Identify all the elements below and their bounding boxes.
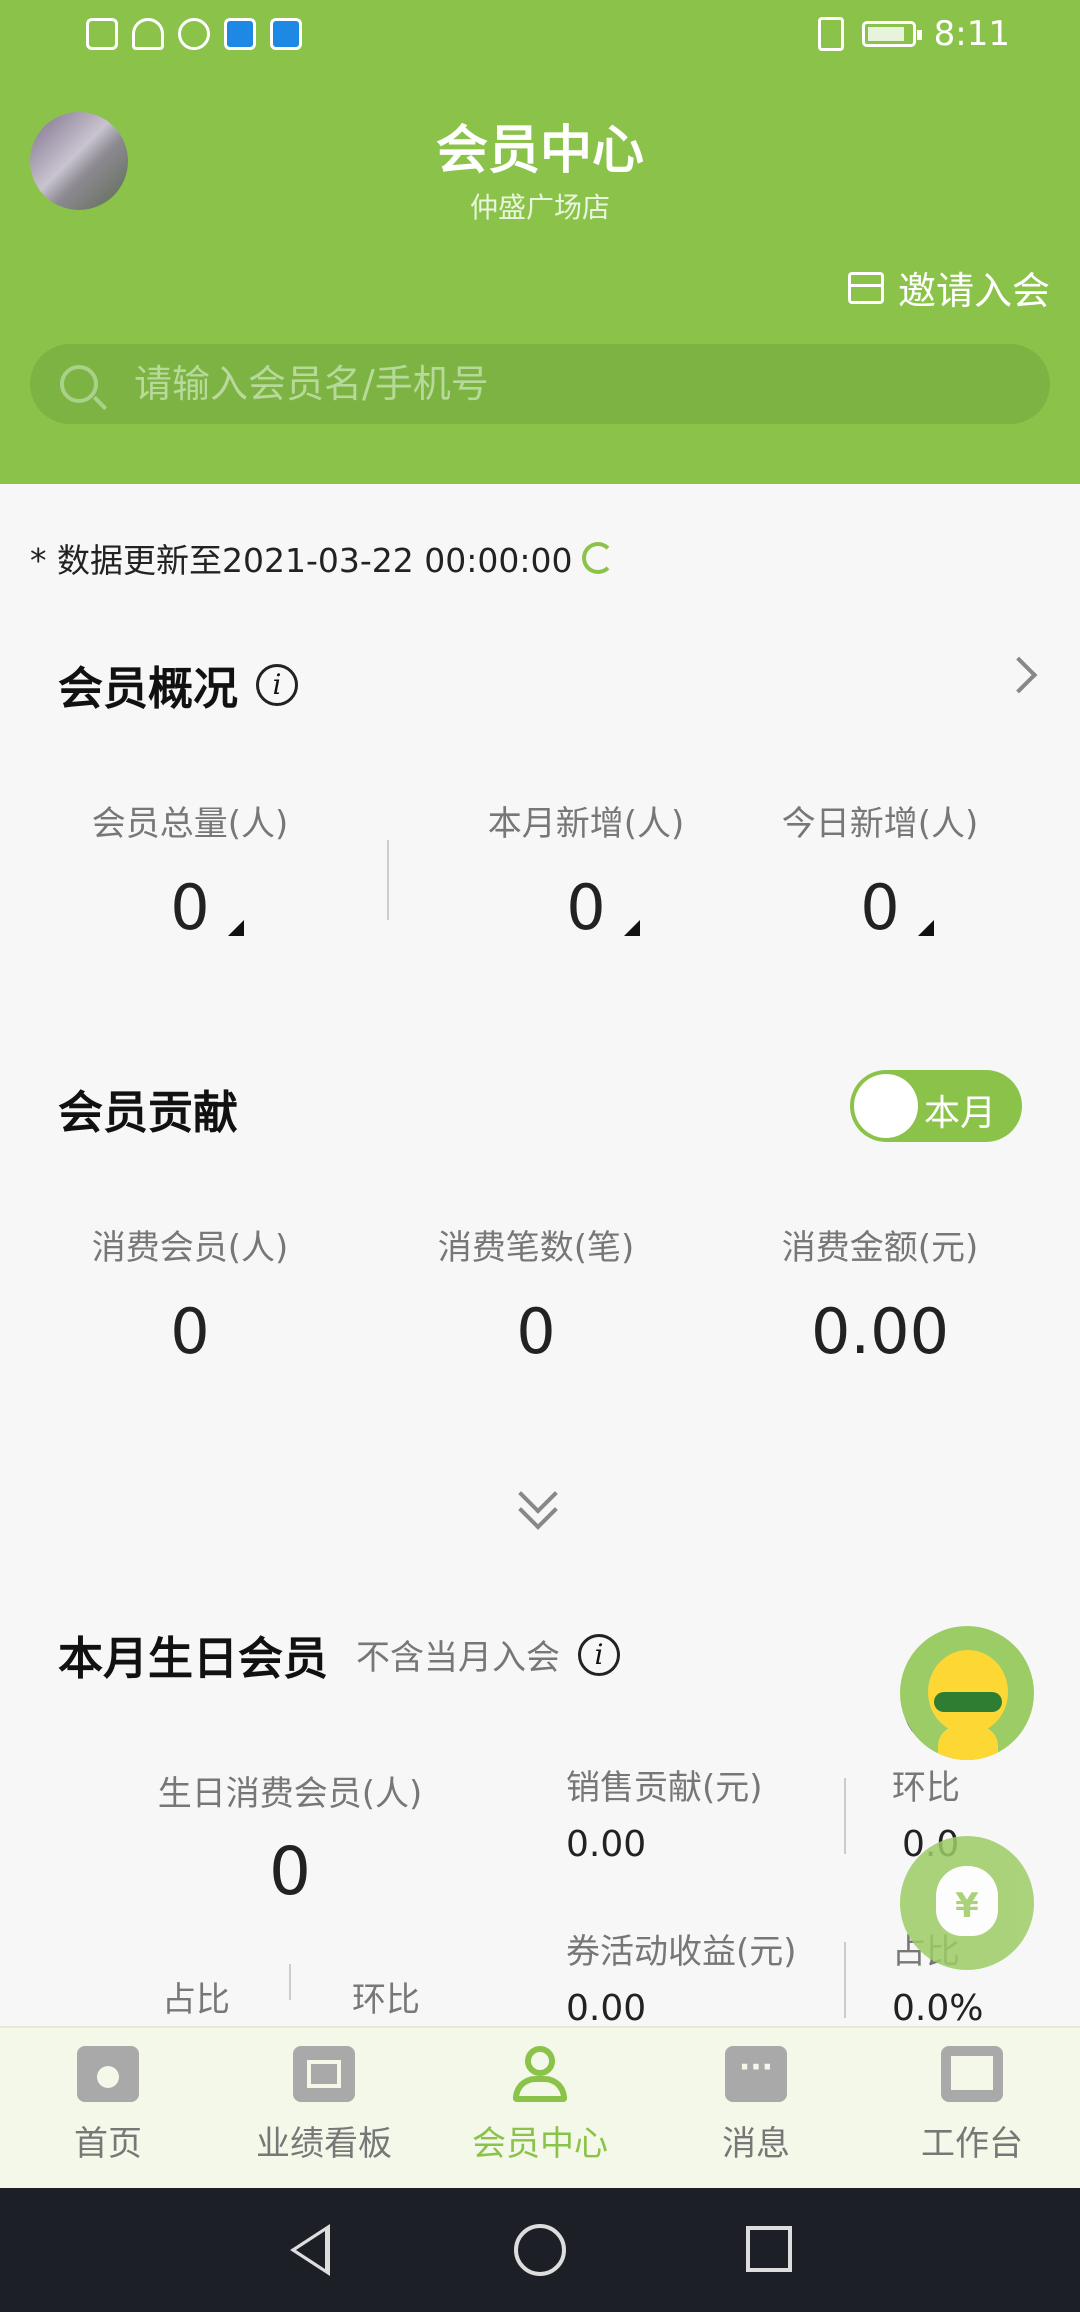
chevron-right-icon[interactable] xyxy=(1000,656,1038,694)
tab-messages[interactable]: 消息 xyxy=(648,2028,864,2190)
notification-icon xyxy=(86,18,118,50)
period-toggle[interactable]: 本月 xyxy=(850,1070,1022,1142)
divider xyxy=(289,1964,291,2000)
tab-label: 工作台 xyxy=(921,2124,1023,2164)
invite-label: 邀请入会 xyxy=(897,269,1050,313)
tab-label: 首页 xyxy=(74,2124,142,2164)
search-input[interactable] xyxy=(132,361,996,407)
cloud-icon xyxy=(178,18,210,50)
wifi-icon xyxy=(132,18,164,50)
update-text: * 数据更新至2021-03-22 00:00:00 xyxy=(30,541,573,580)
status-time: 8:11 xyxy=(933,14,1010,54)
stat-label: 消费笔数(笔) xyxy=(437,1228,635,1268)
sales-mom-label: 环比 xyxy=(892,1768,960,1808)
system-nav-bar xyxy=(0,2188,1080,2312)
stat-label: 生日消费会员(人) xyxy=(157,1774,423,1814)
toggle-label: 本月 xyxy=(923,1093,996,1134)
stat-value: 0 xyxy=(170,871,210,944)
contribution-title: 会员贡献 xyxy=(58,1076,238,1141)
yuan-icon: ¥ xyxy=(936,1866,998,1936)
contribution-title-text: 会员贡献 xyxy=(58,1086,239,1139)
store-name: 仲盛广场店 xyxy=(469,191,610,224)
bottom-tab-bar: 首页 业绩看板 会员中心 消息 工作台 xyxy=(0,2026,1080,2190)
stat-value: 0 xyxy=(170,1295,210,1368)
birthday-title-text: 本月生日会员 xyxy=(58,1632,329,1685)
coupon-ratio-value: 0.0% xyxy=(892,1988,984,2029)
search-icon xyxy=(60,365,98,403)
app-notification-icon xyxy=(270,18,302,50)
info-icon[interactable]: i xyxy=(256,663,299,706)
toggle-knob xyxy=(854,1074,918,1138)
stat-value: 0 xyxy=(269,1833,311,1910)
mom-label: 环比 xyxy=(352,1980,420,2020)
stat-label: 今日新增(人) xyxy=(781,804,979,844)
tab-dashboard[interactable]: 业绩看板 xyxy=(216,2028,432,2190)
sales-label: 销售贡献(元) xyxy=(566,1768,763,1808)
tab-workbench[interactable]: 工作台 xyxy=(864,2028,1080,2190)
search-bar[interactable] xyxy=(30,344,1050,424)
divider xyxy=(387,840,389,920)
divider xyxy=(844,1778,846,1854)
home-icon xyxy=(77,2046,139,2102)
expand-icon[interactable] xyxy=(518,1474,558,1530)
stat-today-new[interactable]: 今日新增(人) 0 xyxy=(750,796,1010,944)
envelope-icon xyxy=(847,271,884,304)
birthday-title: 本月生日会员 不含当月入会 i xyxy=(58,1622,621,1687)
sales-value: 0.00 xyxy=(566,1824,647,1865)
overview-title: 会员概况 i xyxy=(58,652,299,717)
assistant-mascot-button[interactable] xyxy=(900,1626,1034,1760)
stat-birthday-members: 生日消费会员(人) 0 xyxy=(140,1766,440,1910)
message-icon xyxy=(725,2046,787,2102)
coupon-label: 券活动收益(元) xyxy=(566,1932,797,1972)
stat-label: 会员总量(人) xyxy=(91,804,289,844)
header: 8:11 会员中心 仲盛广场店 邀请入会 xyxy=(0,0,1080,484)
ratio-label: 占比 xyxy=(162,1980,230,2020)
info-icon[interactable]: i xyxy=(578,1633,621,1676)
page-title: 会员中心 xyxy=(435,121,644,181)
tab-label: 消息 xyxy=(722,2124,790,2164)
stat-value: 0 xyxy=(860,871,900,944)
corner-indicator-icon xyxy=(227,920,244,936)
refresh-icon[interactable] xyxy=(582,542,615,574)
stat-value: 0 xyxy=(516,1295,556,1368)
back-icon[interactable] xyxy=(290,2224,330,2276)
stat-label: 本月新增(人) xyxy=(487,804,685,844)
stat-value: 0.00 xyxy=(810,1295,950,1368)
stat-transactions: 消费笔数(笔) 0 xyxy=(406,1220,666,1368)
dashboard-icon xyxy=(293,2046,355,2102)
stat-label: 消费会员(人) xyxy=(91,1228,289,1268)
recent-apps-icon[interactable] xyxy=(746,2226,792,2272)
corner-indicator-icon xyxy=(623,920,640,936)
home-circle-icon[interactable] xyxy=(514,2224,566,2276)
status-bar: 8:11 xyxy=(0,0,1080,80)
tab-label: 业绩看板 xyxy=(256,2124,392,2164)
tab-home[interactable]: 首页 xyxy=(0,2028,216,2190)
birthday-note: 不含当月入会 xyxy=(356,1638,561,1678)
data-update-time: * 数据更新至2021-03-22 00:00:00 xyxy=(30,534,615,582)
stat-amount: 消费金额(元) 0.00 xyxy=(750,1220,1010,1368)
stat-total-members[interactable]: 会员总量(人) 0 xyxy=(60,796,320,944)
corner-indicator-icon xyxy=(917,920,934,936)
money-bag-button[interactable]: ¥ xyxy=(900,1836,1034,1970)
stat-consuming-members: 消费会员(人) 0 xyxy=(60,1220,320,1368)
member-icon xyxy=(509,2046,571,2102)
tab-label: 会员中心 xyxy=(472,2124,608,2164)
stat-label: 消费金额(元) xyxy=(781,1228,979,1268)
app-notification-icon xyxy=(224,18,256,50)
stat-month-new[interactable]: 本月新增(人) 0 xyxy=(456,796,716,944)
divider xyxy=(844,1942,846,2018)
coupon-value: 0.00 xyxy=(566,1988,647,2029)
vibrate-icon xyxy=(817,17,844,51)
invite-button[interactable]: 邀请入会 xyxy=(847,260,1050,315)
tab-member-center[interactable]: 会员中心 xyxy=(432,2028,648,2190)
workbench-icon xyxy=(941,2046,1003,2102)
stat-value: 0 xyxy=(566,871,606,944)
overview-title-text: 会员概况 xyxy=(58,662,239,715)
battery-icon xyxy=(861,21,922,47)
